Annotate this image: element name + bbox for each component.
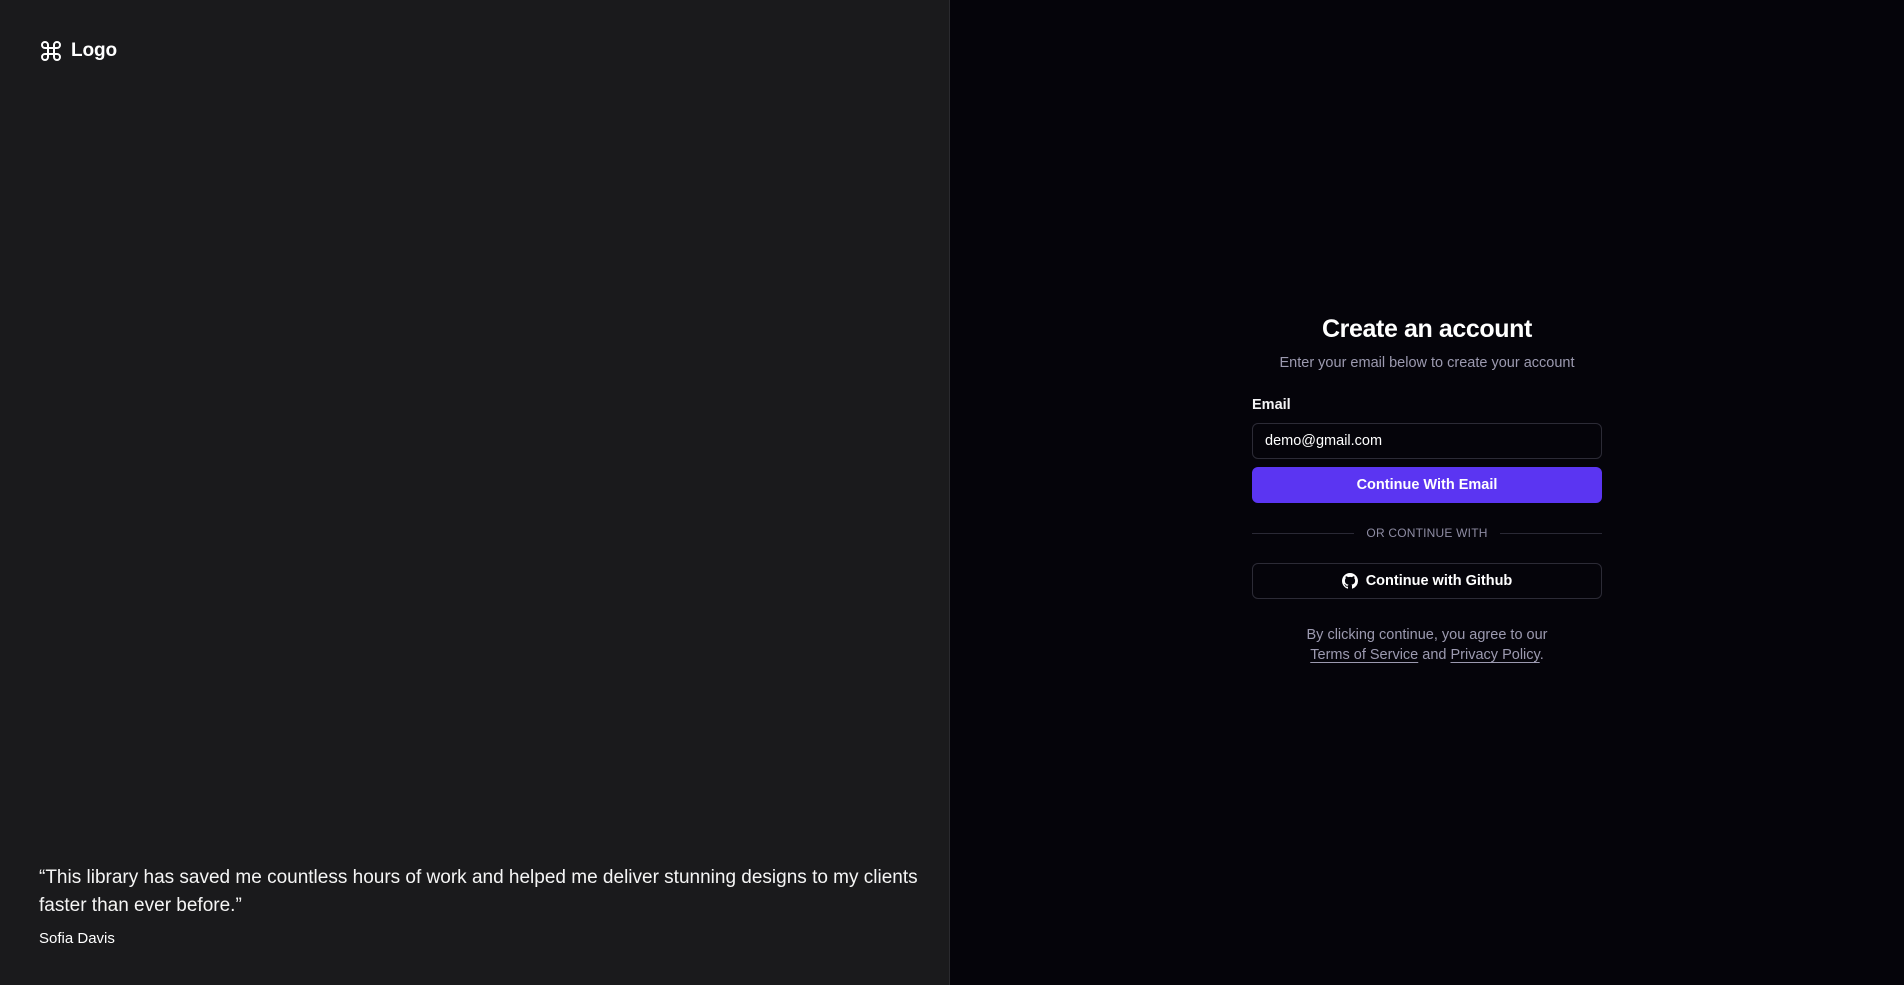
continue-with-email-button[interactable]: Continue With Email xyxy=(1252,467,1602,503)
page-title: Create an account xyxy=(1322,315,1532,343)
github-button-label: Continue with Github xyxy=(1365,573,1513,589)
logo-text: Logo xyxy=(71,40,118,61)
page-subtitle: Enter your email below to create your ac… xyxy=(1279,355,1575,371)
signup-form: Create an account Enter your email below… xyxy=(1252,313,1603,985)
signup-page: Logo “This library has saved me countles… xyxy=(0,0,1904,985)
testimonial: “This library has saved me countless hou… xyxy=(39,864,919,947)
divider-text: Or continue with xyxy=(1366,526,1488,540)
privacy-policy-link[interactable]: Privacy Policy xyxy=(1451,647,1540,663)
terms-prefix: By clicking continue, you agree to our xyxy=(1306,627,1548,643)
command-icon xyxy=(39,39,63,63)
terms-notice: By clicking continue, you agree to our T… xyxy=(1252,625,1602,665)
terms-suffix: . xyxy=(1539,647,1544,663)
github-icon xyxy=(1341,573,1358,589)
or-divider: Or continue with xyxy=(1252,526,1603,540)
testimonial-author: Sofia Davis xyxy=(39,930,115,947)
brand-panel: Logo “This library has saved me countles… xyxy=(0,0,950,985)
divider-line-right xyxy=(1499,532,1603,534)
testimonial-quote: “This library has saved me countless hou… xyxy=(39,867,918,916)
form-panel: Create an account Enter your email below… xyxy=(950,0,1904,985)
email-field[interactable] xyxy=(1252,423,1602,459)
email-label: Email xyxy=(1252,397,1291,413)
terms-of-service-link[interactable]: Terms of Service xyxy=(1310,647,1418,663)
brand-logo[interactable]: Logo xyxy=(39,39,117,63)
continue-with-github-button[interactable]: Continue with Github xyxy=(1252,563,1602,599)
terms-and: and xyxy=(1422,647,1447,663)
divider-line-left xyxy=(1252,532,1355,534)
